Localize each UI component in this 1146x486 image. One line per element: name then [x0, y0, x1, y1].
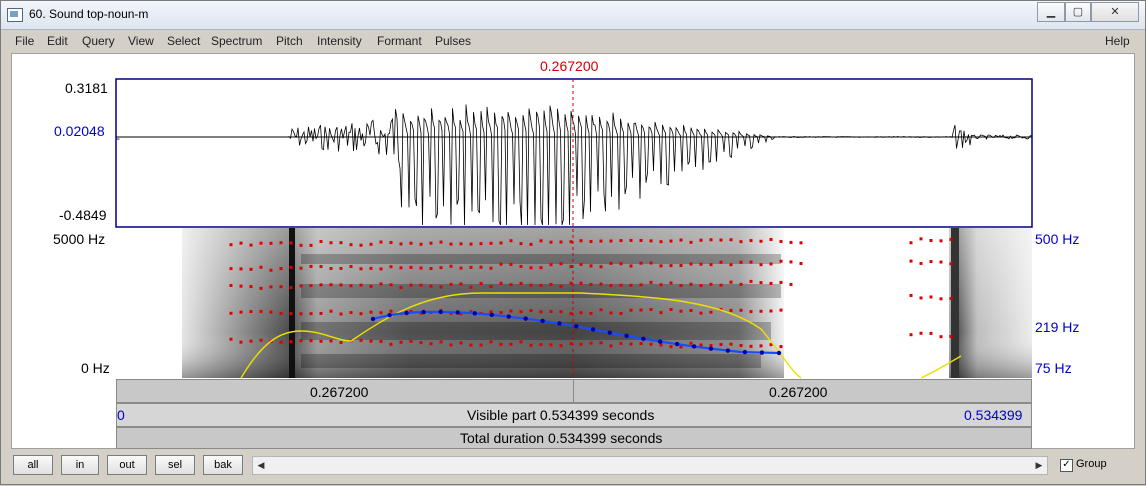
menu-pulses[interactable]: Pulses	[435, 34, 471, 48]
menu-query[interactable]: Query	[82, 34, 115, 48]
menu-intensity[interactable]: Intensity	[317, 34, 362, 48]
intensity-mid-label: 79.74 dB	[969, 284, 1026, 300]
menu-spectrum[interactable]: Spectrum	[211, 34, 262, 48]
pitch-current-label: 219 Hz	[1035, 319, 1080, 335]
window-title: 60. Sound top-noun-m	[29, 7, 149, 21]
intensity-max-label: 100 dB	[981, 231, 1026, 247]
waveform-max-label: 0.3181	[65, 80, 108, 96]
pitch-min-label: 75 Hz	[1035, 360, 1072, 376]
menu-formant[interactable]: Formant	[377, 34, 422, 48]
time-selection-strip[interactable]	[116, 379, 1032, 403]
menu-file[interactable]: File	[15, 34, 34, 48]
menu-edit[interactable]: Edit	[47, 34, 68, 48]
menu-bar: File Edit Query View Select Spectrum Pit…	[1, 31, 1145, 51]
menu-view[interactable]: View	[128, 34, 154, 48]
checkmark-icon: ✓	[1062, 459, 1071, 470]
minimize-icon: ▁	[1046, 6, 1056, 18]
zoom-sel-button[interactable]: sel	[155, 455, 195, 475]
scroll-right-arrow-icon[interactable]: ▶	[1032, 458, 1046, 473]
waveform-min-label: -0.4849	[59, 207, 107, 223]
menu-pitch[interactable]: Pitch	[276, 34, 303, 48]
spectrogram-freq-min-label: 0 Hz	[81, 360, 110, 376]
praat-sound-window: 60. Sound top-noun-m ▁ ▢ ✕ File Edit Que…	[0, 0, 1146, 485]
zoom-back-button[interactable]: bak	[203, 455, 243, 475]
spectrogram-freq-max-label: 5000 Hz	[53, 231, 106, 247]
visible-start-time: 0	[117, 407, 125, 423]
selection-left-time: 0.267200	[310, 384, 369, 400]
maximize-icon: ▢	[1072, 6, 1084, 18]
group-checkbox[interactable]: ✓	[1060, 459, 1073, 472]
cursor-time-label: 0.267200	[540, 58, 599, 74]
close-icon: ✕	[1110, 6, 1120, 18]
total-duration-label: Total duration 0.534399 seconds	[460, 430, 663, 446]
visible-end-time: 0.534399	[964, 407, 1023, 423]
scroll-left-arrow-icon[interactable]: ◀	[254, 458, 268, 473]
zoom-all-button[interactable]: all	[13, 455, 53, 475]
visible-part-label: Visible part 0.534399 seconds	[467, 407, 655, 423]
title-bar: 60. Sound top-noun-m ▁ ▢ ✕	[1, 1, 1145, 30]
close-button[interactable]: ✕	[1091, 2, 1139, 22]
maximize-button[interactable]: ▢	[1065, 2, 1091, 22]
pitch-max-label: 500 Hz	[1035, 231, 1080, 247]
intensity-min-label: 50 dB	[988, 360, 1025, 376]
app-icon	[7, 8, 23, 22]
menu-help[interactable]: Help	[1105, 34, 1130, 48]
minimize-button[interactable]: ▁	[1037, 2, 1065, 22]
waveform-cursor-label: 0.02048	[54, 123, 105, 139]
group-label: Group	[1076, 458, 1107, 470]
menu-select[interactable]: Select	[167, 34, 200, 48]
selection-right-time: 0.267200	[769, 384, 828, 400]
zoom-out-button[interactable]: out	[107, 455, 147, 475]
zoom-in-button[interactable]: in	[61, 455, 99, 475]
horizontal-scrollbar[interactable]: ◀ ▶	[252, 456, 1048, 475]
